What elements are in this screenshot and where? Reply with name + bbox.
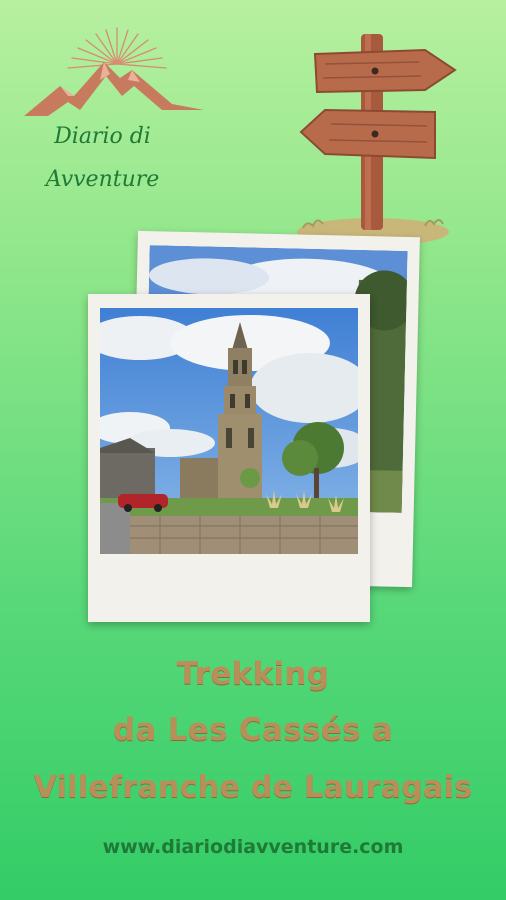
- church-photo: [100, 308, 358, 554]
- title-line-2: da Les Cassés a: [112, 712, 394, 748]
- brand-logo: Diario di Avventure: [22, 24, 207, 204]
- polaroid-front: [88, 294, 370, 622]
- logo-text-line2: Avventure: [45, 167, 160, 192]
- title-line-1: Trekking: [176, 656, 330, 692]
- title-line-3: Villefranche de Lauragais: [33, 770, 473, 805]
- signpost-icon: [295, 30, 460, 250]
- mountain-sun-icon: [24, 27, 204, 116]
- logo-text-line1: Diario di: [54, 124, 151, 149]
- website-link[interactable]: www.diariodiavventure.com: [0, 836, 506, 858]
